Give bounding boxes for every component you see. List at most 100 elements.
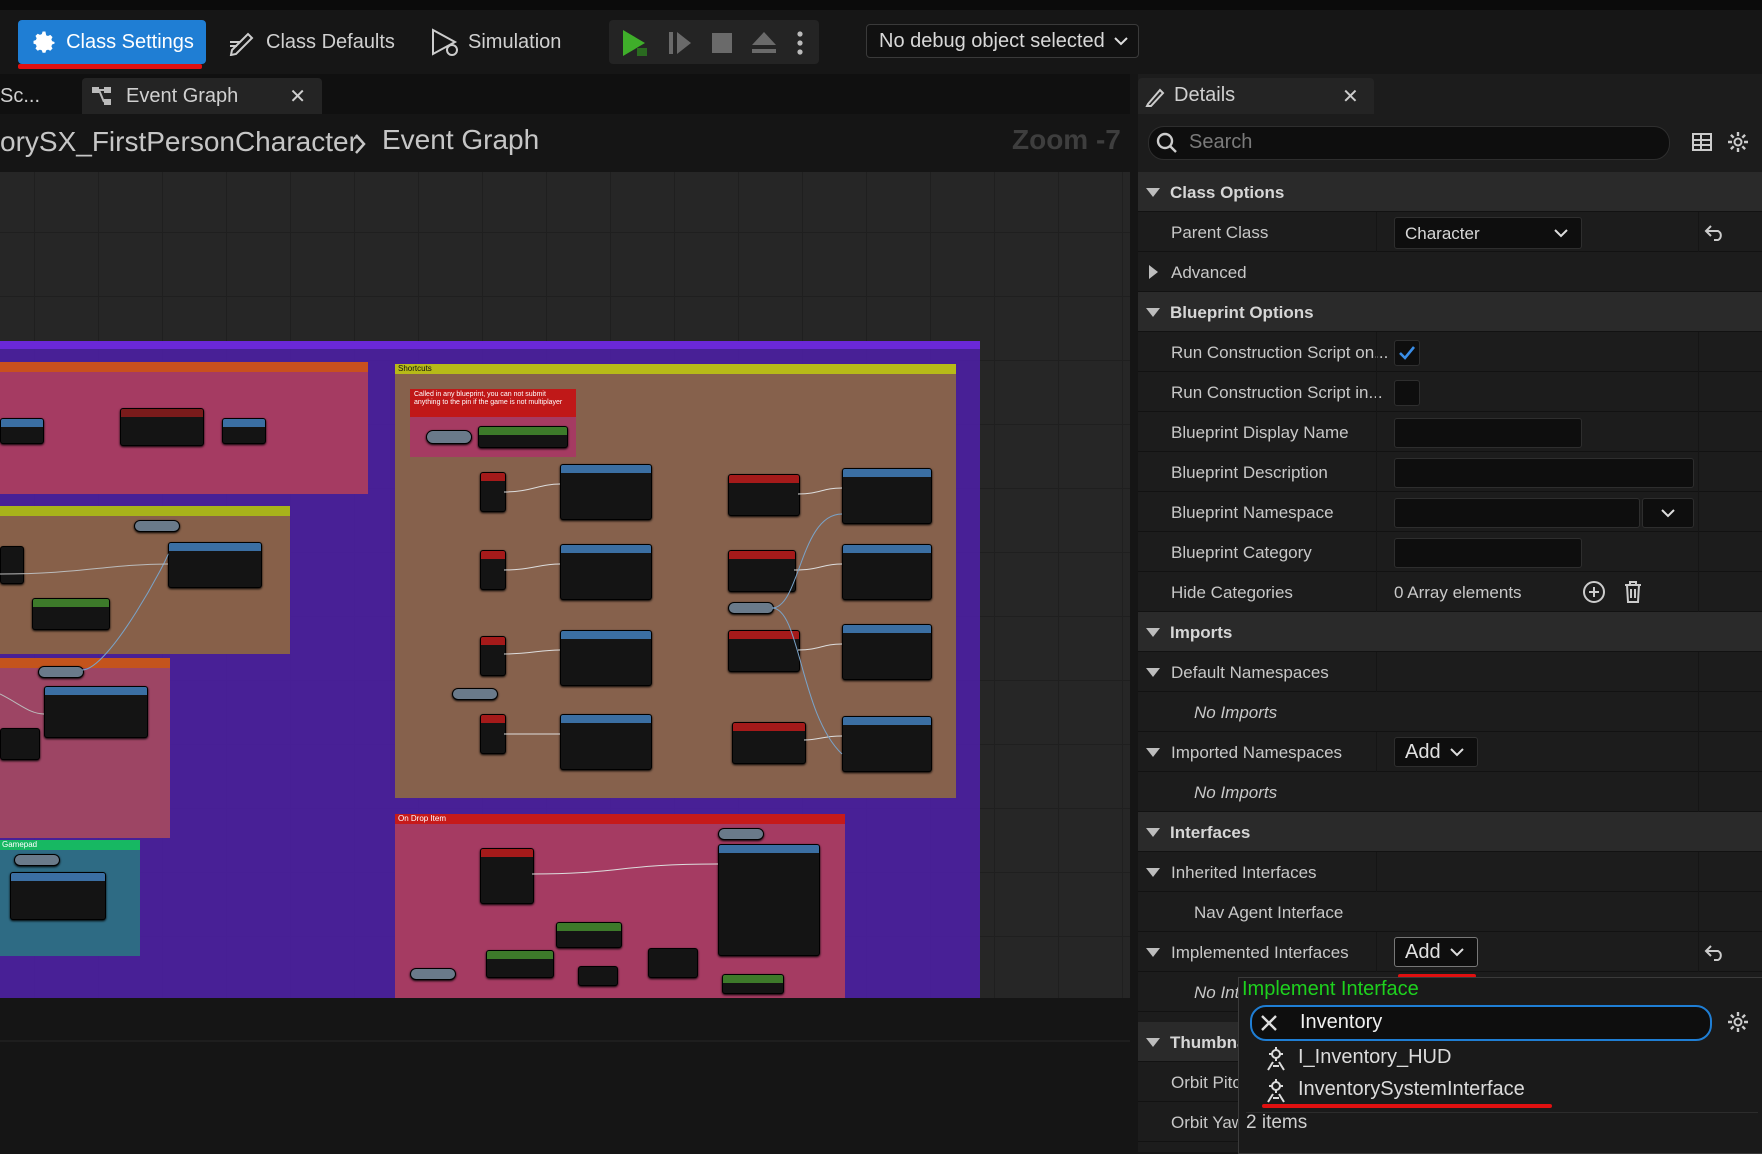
chevron-down-icon <box>1449 948 1464 957</box>
interface-option-label: I_Inventory_HUD <box>1298 1046 1452 1068</box>
interface-option-label: InventorySystemInterface <box>1298 1078 1525 1100</box>
chevron-down-icon <box>1114 37 1128 46</box>
step-icon[interactable] <box>667 28 693 58</box>
class-settings-label: Class Settings <box>66 30 194 53</box>
hide-categories-label: Hide Categories <box>1171 583 1293 602</box>
interface-option[interactable]: InventorySystemInterface <box>1264 1076 1744 1106</box>
play-icon[interactable] <box>619 28 651 58</box>
chevron-right-icon <box>355 134 366 154</box>
stop-icon[interactable] <box>709 28 735 58</box>
debug-object-select[interactable]: No debug object selected <box>866 24 1139 58</box>
row-description: Blueprint Description <box>1138 452 1762 492</box>
tab-details-label: Details <box>1174 84 1236 106</box>
orbit-yaw-label: Orbit Yaw <box>1171 1113 1245 1132</box>
class-defaults-button[interactable]: Class Defaults <box>228 20 395 64</box>
namespace-dropdown[interactable] <box>1642 498 1694 528</box>
category-label: Blueprint Category <box>1171 543 1312 562</box>
table-view-icon[interactable] <box>1690 130 1714 154</box>
row-no-imports: No Imports <box>1138 692 1762 732</box>
popup-title: Implement Interface <box>1242 978 1419 1000</box>
default-namespaces-label: Default Namespaces <box>1171 663 1329 682</box>
tab-partial[interactable]: Sc... <box>0 78 40 114</box>
checkbox-checked[interactable] <box>1394 340 1420 366</box>
tab-partial-label: Sc... <box>0 84 41 107</box>
eject-icon[interactable] <box>749 28 779 58</box>
graph-wires <box>0 483 843 875</box>
search-placeholder: Search <box>1189 131 1253 153</box>
simulation-label: Simulation <box>468 30 562 53</box>
simulation-icon <box>432 28 458 56</box>
debug-object-label: No debug object selected <box>879 29 1105 52</box>
category-input[interactable] <box>1394 538 1582 568</box>
add-element-icon[interactable] <box>1582 580 1606 604</box>
class-settings-button[interactable]: Class Settings <box>18 20 206 64</box>
display-name-input[interactable] <box>1394 418 1582 448</box>
search-input[interactable]: Search <box>1148 126 1670 160</box>
interface-search-input[interactable]: Inventory <box>1250 1005 1712 1041</box>
category-interfaces[interactable]: Interfaces <box>1138 812 1762 852</box>
event-graph-canvas[interactable]: Gamepad Shortcuts Called in any blueprin… <box>0 114 1130 998</box>
breadcrumb-blueprint[interactable]: orySX_FirstPersonCharacter <box>0 126 358 158</box>
expand-arrow-icon <box>1146 868 1160 877</box>
inherited-interfaces-label: Inherited Interfaces <box>1171 863 1317 882</box>
row-nav-agent-interface: Nav Agent Interface <box>1138 892 1762 932</box>
namespace-label: Blueprint Namespace <box>1171 503 1334 522</box>
pencil-icon <box>229 32 254 56</box>
interface-search-value: Inventory <box>1300 1011 1383 1033</box>
add-namespace-button[interactable]: Add <box>1394 737 1478 767</box>
highlight-underline <box>1262 1104 1552 1108</box>
run-construction-label: Run Construction Script on... <box>1171 343 1389 362</box>
category-label: Thumbna <box>1170 1033 1247 1052</box>
description-input[interactable] <box>1394 458 1694 488</box>
gear-icon <box>33 31 55 53</box>
simulation-button[interactable]: Simulation <box>430 20 561 64</box>
hide-categories-value: 0 Array elements <box>1394 583 1522 602</box>
clear-search-icon[interactable] <box>1258 1012 1280 1034</box>
breadcrumb-graph[interactable]: Event Graph <box>382 124 539 156</box>
chevron-down-icon <box>1661 509 1675 518</box>
orbit-pitch-label: Orbit Pitc <box>1171 1073 1241 1092</box>
category-imports[interactable]: Imports <box>1138 612 1762 652</box>
imported-namespaces-label: Imported Namespaces <box>1171 743 1343 762</box>
close-icon[interactable]: ✕ <box>289 84 306 109</box>
add-interface-button[interactable]: Add <box>1394 937 1478 967</box>
blueprint-watermark: BLUEPRINT <box>675 986 1130 998</box>
category-blueprint-options[interactable]: Blueprint Options <box>1138 292 1762 332</box>
expand-arrow-icon <box>1146 948 1160 957</box>
display-name-label: Blueprint Display Name <box>1171 423 1349 442</box>
close-icon[interactable]: ✕ <box>1342 84 1359 109</box>
parent-class-label: Parent Class <box>1171 223 1269 242</box>
run-construction-label: Run Construction Script in... <box>1171 383 1383 402</box>
more-options-icon[interactable] <box>795 28 805 58</box>
trash-icon[interactable] <box>1622 580 1644 604</box>
row-hide-categories: Hide Categories 0 Array elements <box>1138 572 1762 612</box>
expand-arrow-icon <box>1146 828 1160 837</box>
checkmark-icon <box>1399 346 1416 360</box>
row-namespace: Blueprint Namespace <box>1138 492 1762 532</box>
checkbox-unchecked[interactable] <box>1394 380 1420 406</box>
tab-event-graph-label: Event Graph <box>126 84 239 107</box>
namespace-input[interactable] <box>1394 498 1640 528</box>
tab-event-graph[interactable]: Event Graph ✕ <box>82 78 322 114</box>
expand-arrow-icon <box>1146 1038 1160 1047</box>
collapse-arrow-icon <box>1149 265 1158 279</box>
no-imports-label: No Imports <box>1194 703 1278 722</box>
interface-option[interactable]: I_Inventory_HUD <box>1264 1044 1744 1074</box>
expand-arrow-icon <box>1146 628 1160 637</box>
expand-arrow-icon <box>1146 748 1160 757</box>
parent-class-dropdown[interactable]: Character <box>1394 217 1582 249</box>
play-controls <box>609 20 819 64</box>
row-inherited-interfaces[interactable]: Inherited Interfaces <box>1138 852 1762 892</box>
tab-details[interactable]: Details ✕ <box>1138 78 1374 114</box>
reset-arrow-icon[interactable] <box>1704 222 1726 242</box>
interface-icon <box>1267 1047 1285 1071</box>
gear-icon[interactable] <box>1726 130 1750 154</box>
reset-arrow-icon[interactable] <box>1704 942 1726 962</box>
gear-icon[interactable] <box>1726 1010 1750 1034</box>
row-advanced[interactable]: Advanced <box>1138 252 1762 292</box>
category-class-options[interactable]: Class Options <box>1138 172 1762 212</box>
category-label: Blueprint Options <box>1170 303 1314 322</box>
class-defaults-label: Class Defaults <box>266 30 395 53</box>
nav-agent-interface-label: Nav Agent Interface <box>1194 903 1344 922</box>
row-default-namespaces[interactable]: Default Namespaces <box>1138 652 1762 692</box>
